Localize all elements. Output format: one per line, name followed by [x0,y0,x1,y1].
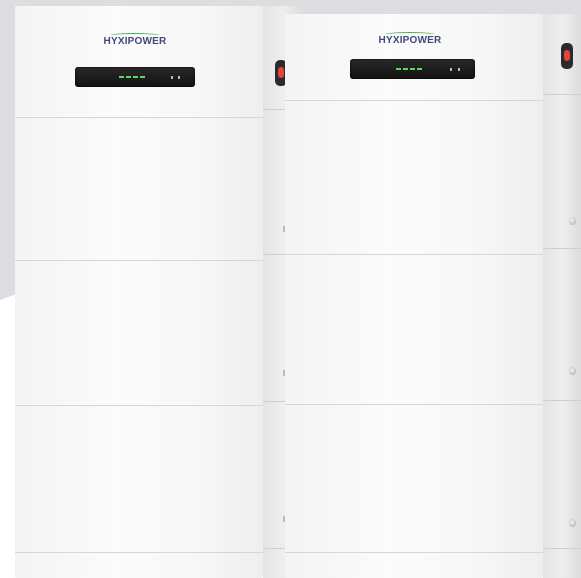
brand-logo: HYXIPOWER [378,35,442,46]
power-switch-icon [561,43,573,69]
handle-knob-icon [569,519,576,527]
battery-stack-right: HYXIPOWER [285,14,581,578]
module-seam-side [543,248,581,249]
indicator-light [450,67,452,71]
module-seam-side [543,400,581,401]
cabinet-side-panel [543,14,581,578]
module-seam [15,405,263,406]
brand-logo: HYXIPOWER [103,36,167,47]
indicator-light [458,67,460,71]
module-seam [15,260,263,261]
led-segment [396,68,401,70]
module-seam [285,552,543,553]
cabinet-front [15,6,263,578]
module-seam [285,404,543,405]
module-seam-side [543,94,581,95]
led-segment [140,76,145,78]
product-photo: HYXIPOWER HYXIPOWER [0,0,581,578]
led-segment [133,76,138,78]
handle-knob-icon [569,367,576,375]
handle-knob-icon [569,217,576,225]
cabinet-front [285,14,543,578]
indicator-light [171,75,173,79]
led-segment [119,76,124,78]
led-segment [126,76,131,78]
indicator-light [178,75,180,79]
module-seam [15,117,263,118]
module-seam [15,552,263,553]
led-segment [410,68,415,70]
led-segment [417,68,422,70]
module-seam [285,100,543,101]
status-display-icon [350,59,475,79]
status-display-icon [75,67,195,87]
module-seam-side [543,548,581,549]
led-segment [403,68,408,70]
module-seam [285,254,543,255]
battery-stack-left: HYXIPOWER [15,6,305,578]
